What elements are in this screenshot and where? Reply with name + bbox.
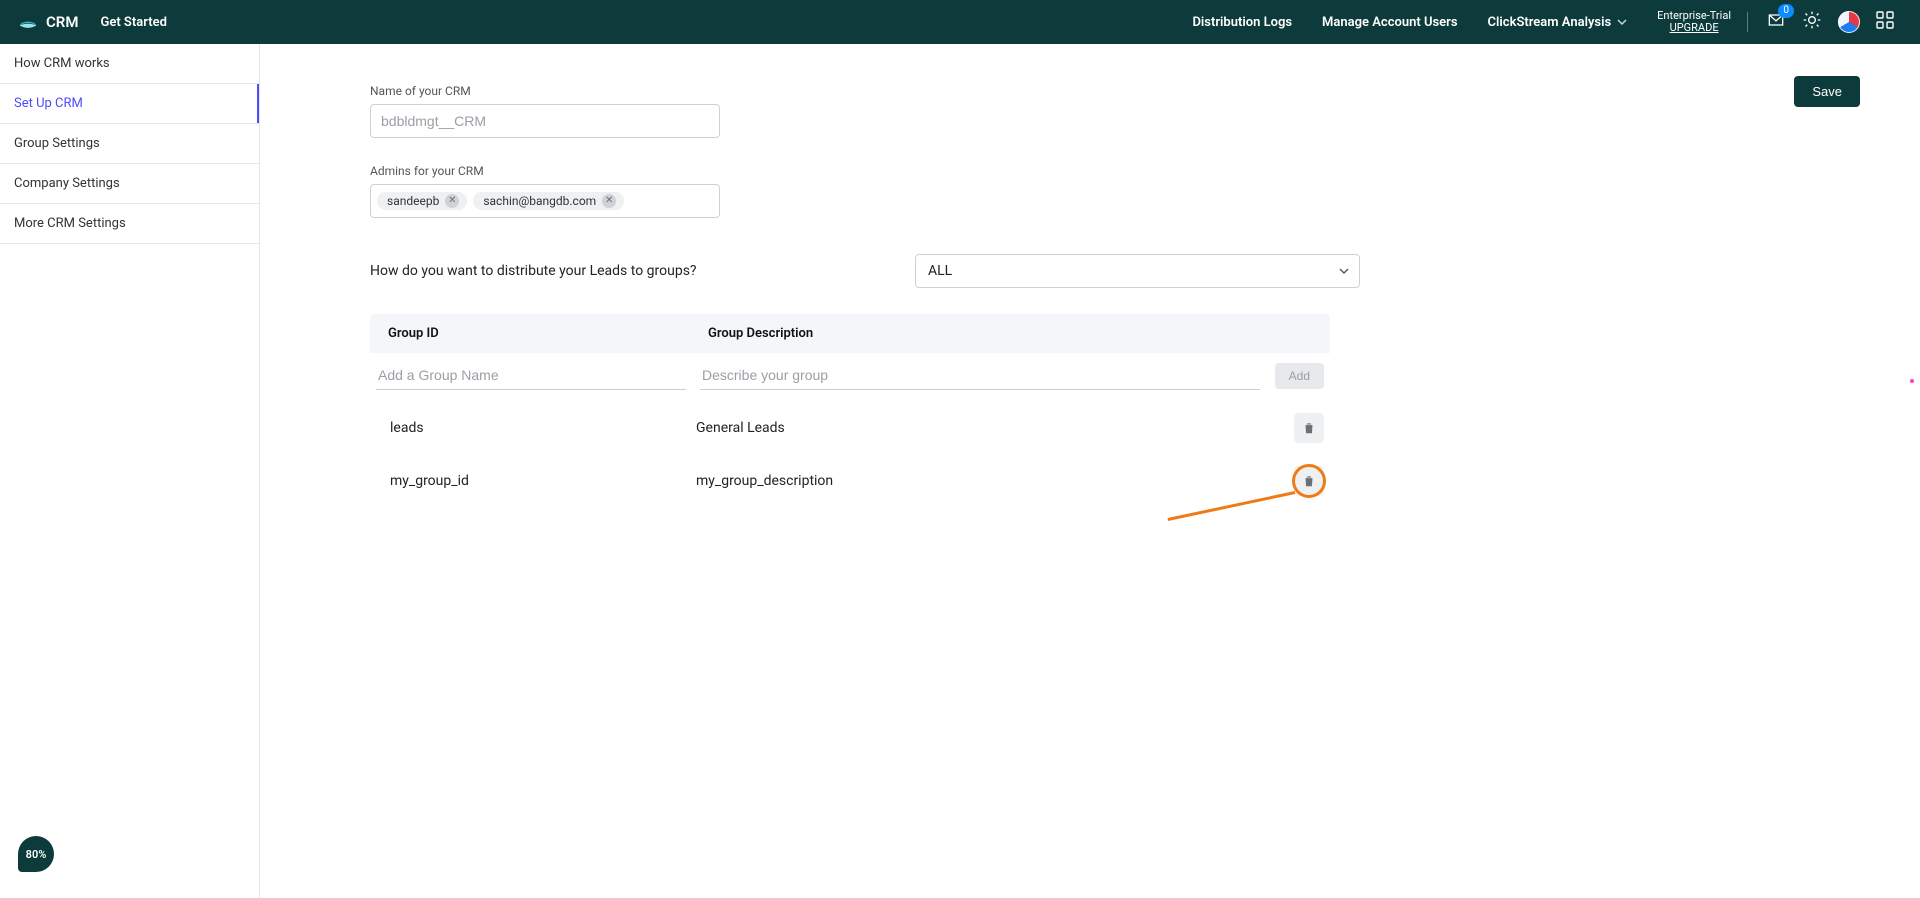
brand-name: CRM xyxy=(46,13,78,31)
brand: CRM xyxy=(18,13,78,31)
chevron-down-icon xyxy=(1617,17,1627,27)
distribute-row: How do you want to distribute your Leads… xyxy=(370,254,1360,288)
topbar: CRM Get Started Distribution Logs Manage… xyxy=(0,0,1920,44)
cell-group-desc: General Leads xyxy=(696,420,1294,436)
delete-group-button[interactable] xyxy=(1294,413,1324,443)
nav-clickstream[interactable]: ClickStream Analysis xyxy=(1488,15,1628,30)
admin-chip: sandeepb ✕ xyxy=(377,192,467,210)
groups-table: Group ID Group Description Add leads Gen… xyxy=(370,314,1330,505)
sidebar-item-more-crm-settings[interactable]: More CRM Settings xyxy=(0,204,259,244)
nav-distribution-logs[interactable]: Distribution Logs xyxy=(1192,15,1292,30)
progress-value: 80% xyxy=(26,848,47,861)
trash-icon xyxy=(1302,421,1316,435)
nav-clickstream-label: ClickStream Analysis xyxy=(1488,15,1612,30)
delete-group-button[interactable] xyxy=(1294,466,1324,496)
apps-button[interactable] xyxy=(1876,11,1894,33)
sidebar-item-set-up-crm[interactable]: Set Up CRM xyxy=(0,84,259,124)
cell-group-id: my_group_id xyxy=(376,473,696,489)
content: Save Name of your CRM Admins for your CR… xyxy=(260,44,1920,898)
group-id-input[interactable] xyxy=(376,361,686,390)
group-desc-input[interactable] xyxy=(700,361,1260,390)
sidebar-item-label: More CRM Settings xyxy=(14,216,126,231)
save-button[interactable]: Save xyxy=(1794,76,1860,107)
distribute-select-value: ALL xyxy=(928,263,952,279)
admin-chip-label: sandeepb xyxy=(387,194,439,208)
remove-chip-icon[interactable]: ✕ xyxy=(445,194,459,208)
notifications-button[interactable]: 0 xyxy=(1766,10,1786,34)
sidebar: How CRM works Set Up CRM Group Settings … xyxy=(0,44,260,898)
chevron-down-icon xyxy=(1339,266,1349,276)
trash-icon xyxy=(1302,474,1316,488)
nav-links: Distribution Logs Manage Account Users C… xyxy=(1192,15,1627,30)
crm-name-block: Name of your CRM xyxy=(370,84,1860,138)
crm-admins-label: Admins for your CRM xyxy=(370,164,1860,178)
decorative-dot xyxy=(1910,379,1914,383)
distribute-select[interactable]: ALL xyxy=(915,254,1360,288)
cell-group-id: leads xyxy=(376,420,696,436)
page: How CRM works Set Up CRM Group Settings … xyxy=(0,44,1920,898)
crm-admins-block: Admins for your CRM sandeepb ✕ sachin@ba… xyxy=(370,164,1860,218)
brand-logo-icon xyxy=(18,15,38,29)
notifications-badge: 0 xyxy=(1778,4,1794,18)
sidebar-item-group-settings[interactable]: Group Settings xyxy=(0,124,259,164)
nav-manage-users[interactable]: Manage Account Users xyxy=(1322,15,1458,30)
sidebar-item-label: How CRM works xyxy=(14,56,110,71)
table-input-row: Add xyxy=(370,353,1330,399)
table-row: my_group_id my_group_description xyxy=(370,452,1330,505)
distribute-question: How do you want to distribute your Leads… xyxy=(370,263,697,279)
progress-bubble[interactable]: 80% xyxy=(18,836,54,872)
sidebar-item-company-settings[interactable]: Company Settings xyxy=(0,164,259,204)
avatar[interactable] xyxy=(1838,11,1860,33)
table-header: Group ID Group Description xyxy=(370,314,1330,353)
trial-box: Enterprise-Trial UPGRADE xyxy=(1657,10,1731,34)
apps-grid-icon xyxy=(1876,11,1894,29)
divider xyxy=(1747,12,1748,32)
sidebar-item-label: Group Settings xyxy=(14,136,100,151)
table-row: leads General Leads xyxy=(370,399,1330,452)
settings-button[interactable] xyxy=(1802,10,1822,34)
sidebar-item-label: Company Settings xyxy=(14,176,120,191)
crm-admins-input[interactable]: sandeepb ✕ sachin@bangdb.com ✕ xyxy=(370,184,720,218)
gear-icon xyxy=(1802,10,1822,30)
col-actions xyxy=(1252,326,1312,341)
sidebar-item-label: Set Up CRM xyxy=(14,96,83,111)
remove-chip-icon[interactable]: ✕ xyxy=(602,194,616,208)
upgrade-link[interactable]: UPGRADE xyxy=(1657,22,1731,34)
crm-name-label: Name of your CRM xyxy=(370,84,1860,98)
get-started-link[interactable]: Get Started xyxy=(100,15,166,30)
col-group-id: Group ID xyxy=(388,326,708,341)
col-group-desc: Group Description xyxy=(708,326,1252,341)
add-group-button[interactable]: Add xyxy=(1275,363,1324,389)
cell-group-desc: my_group_description xyxy=(696,473,1294,489)
crm-name-input[interactable] xyxy=(370,104,720,138)
admin-chip-label: sachin@bangdb.com xyxy=(483,194,596,208)
admin-chip: sachin@bangdb.com ✕ xyxy=(473,192,624,210)
sidebar-item-how-crm-works[interactable]: How CRM works xyxy=(0,44,259,84)
